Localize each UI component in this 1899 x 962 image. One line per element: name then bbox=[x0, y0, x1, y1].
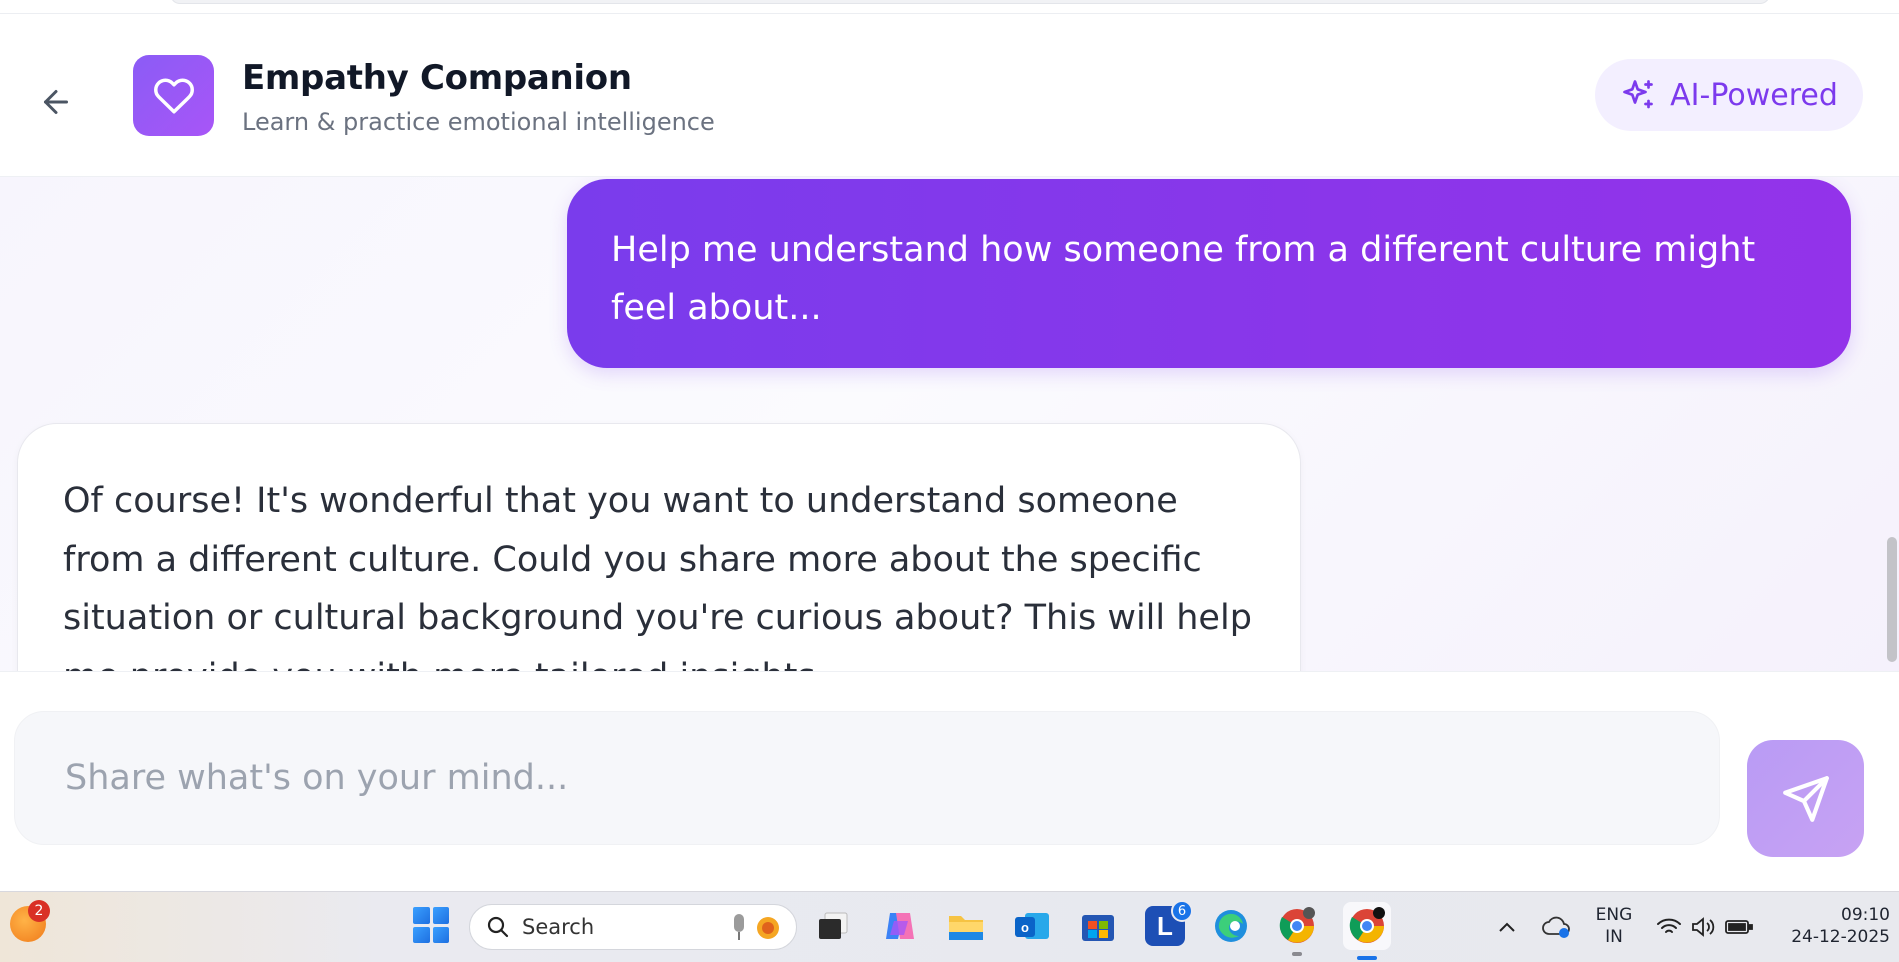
sparkles-icon bbox=[1623, 80, 1653, 109]
chrome-icon[interactable] bbox=[1277, 906, 1317, 956]
chrome-active-indicator bbox=[1357, 956, 1377, 960]
chat-area[interactable]: Help me understand how someone from a di… bbox=[0, 177, 1899, 671]
arrow-left-icon bbox=[44, 90, 68, 114]
edge-icon[interactable] bbox=[1211, 906, 1251, 946]
region-code: IN bbox=[1605, 927, 1623, 947]
chat-scrollbar-thumb[interactable] bbox=[1887, 537, 1897, 662]
page-subtitle: Learn & practice emotional intelligence bbox=[242, 108, 715, 136]
search-highlight-icon bbox=[726, 911, 786, 945]
copilot-icon[interactable] bbox=[880, 906, 920, 946]
taskbar-search[interactable]: Search bbox=[469, 904, 797, 950]
message-input[interactable] bbox=[14, 711, 1720, 845]
battery-icon[interactable] bbox=[1724, 912, 1754, 942]
file-explorer-icon[interactable] bbox=[946, 906, 986, 946]
send-button[interactable] bbox=[1747, 740, 1864, 857]
chevron-up-icon[interactable] bbox=[1494, 912, 1520, 942]
wifi-icon[interactable] bbox=[1655, 912, 1683, 942]
assistant-message-bubble: Of course! It's wonderful that you want … bbox=[17, 423, 1301, 671]
start-button[interactable] bbox=[413, 907, 449, 943]
heart-icon bbox=[153, 77, 194, 113]
language-indicator[interactable]: ENG IN bbox=[1591, 904, 1637, 948]
ai-powered-badge: AI-Powered bbox=[1595, 59, 1863, 131]
app-header: Empathy Companion Learn & practice emoti… bbox=[0, 14, 1899, 177]
browser-tab-bar bbox=[170, 0, 1770, 4]
assistant-message-text: Of course! It's wonderful that you want … bbox=[63, 481, 1252, 671]
send-icon bbox=[1782, 775, 1829, 822]
app-logo bbox=[133, 55, 214, 136]
taskbar: 2 Search o L 6 ENG IN 09:10 24-12-2025 bbox=[0, 891, 1899, 962]
user-message-bubble: Help me understand how someone from a di… bbox=[567, 179, 1851, 368]
microsoft-store-icon[interactable] bbox=[1078, 906, 1118, 946]
clock-time: 09:10 bbox=[1841, 905, 1890, 925]
page-title: Empathy Companion bbox=[242, 58, 632, 98]
chrome-running-indicator bbox=[1292, 952, 1302, 956]
svg-text:o: o bbox=[1021, 920, 1029, 935]
search-icon bbox=[487, 916, 509, 938]
widget-badge: 2 bbox=[28, 900, 50, 922]
l-app-icon[interactable]: L 6 bbox=[1145, 900, 1193, 946]
outlook-icon[interactable]: o bbox=[1012, 906, 1052, 946]
clock-date: 24-12-2025 bbox=[1791, 927, 1890, 947]
task-view-icon[interactable] bbox=[813, 906, 853, 946]
language-code: ENG bbox=[1595, 905, 1633, 925]
system-clock[interactable]: 09:10 24-12-2025 bbox=[1770, 904, 1890, 948]
volume-icon[interactable] bbox=[1689, 912, 1717, 942]
taskbar-search-label: Search bbox=[522, 915, 595, 939]
back-button[interactable] bbox=[30, 76, 82, 128]
chrome-icon[interactable] bbox=[1343, 902, 1391, 960]
ai-badge-label: AI-Powered bbox=[1670, 77, 1838, 113]
onedrive-icon[interactable] bbox=[1540, 912, 1572, 942]
composer-bar bbox=[0, 671, 1899, 891]
browser-top-strip bbox=[0, 0, 1899, 14]
l-app-badge: 6 bbox=[1171, 900, 1193, 922]
user-message-text: Help me understand how someone from a di… bbox=[611, 230, 1756, 328]
